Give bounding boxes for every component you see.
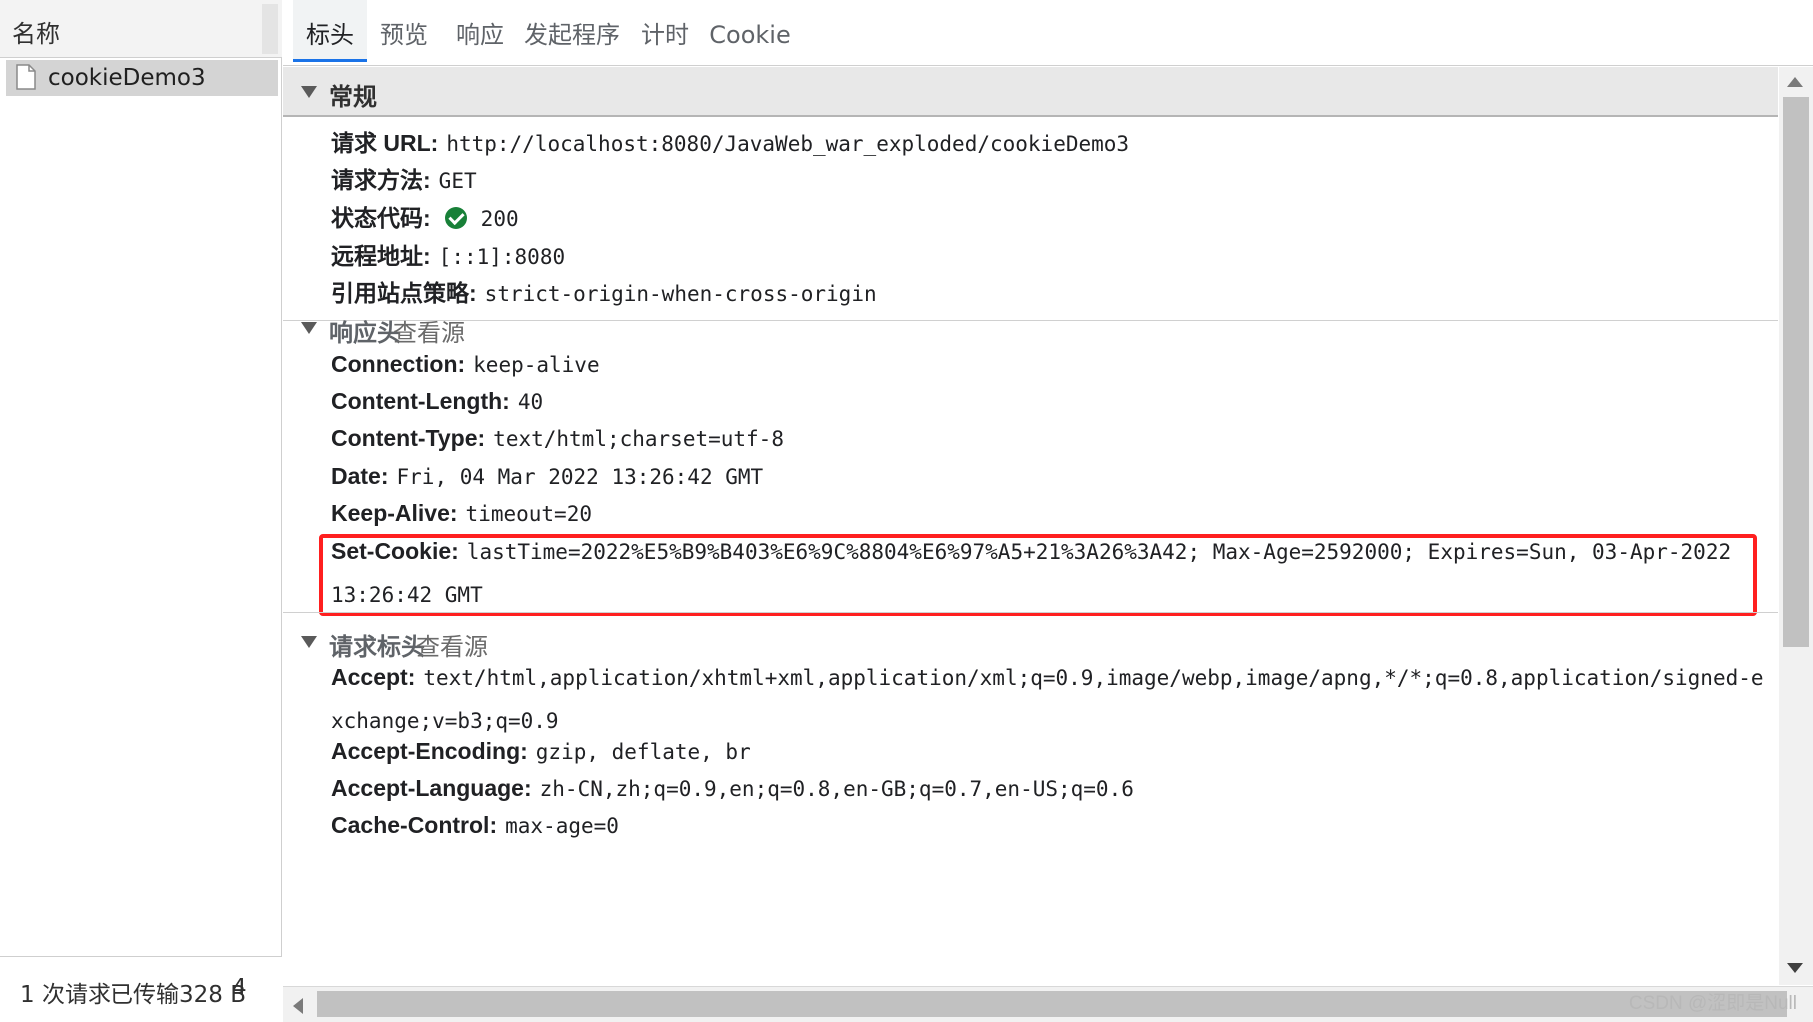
header-key: Accept-Language:	[331, 775, 532, 801]
header-value: Fri, 04 Mar 2022 13:26:42 GMT	[396, 465, 764, 489]
request-row-cookiedemo3[interactable]: cookieDemo3	[6, 60, 278, 96]
tab-initiator[interactable]: 发起程序	[521, 0, 623, 62]
header-key: Date:	[331, 463, 389, 489]
header-key: Accept:	[331, 664, 416, 690]
name-column-header[interactable]: 名称	[12, 14, 60, 49]
header-key: Cache-Control:	[331, 812, 498, 838]
horizontal-scrollbar[interactable]	[283, 986, 1813, 1022]
headers-content: 常规 请求 URL: http://localhost:8080/JavaWeb_…	[283, 67, 1778, 985]
status-ok-icon	[444, 207, 467, 229]
header-value: text/html,application/xhtml+xml,applicat…	[331, 666, 1764, 733]
header-value: max-age=0	[505, 814, 619, 838]
tab-cookies[interactable]: Cookie	[707, 0, 793, 62]
header-key: Content-Type:	[331, 425, 486, 451]
header-key: 状态代码:	[331, 205, 431, 231]
scroll-left-arrow-icon[interactable]	[293, 998, 303, 1014]
section-divider	[283, 612, 1778, 613]
request-list-header[interactable]: 名称	[0, 0, 282, 58]
header-key: 请求 URL:	[331, 130, 439, 156]
detail-tab-bar: 标头 预览 响应 发起程序 计时 Cookie	[283, 0, 1813, 66]
header-value: [::1]:8080	[438, 245, 566, 269]
request-row-cache-control: Cache-Control: max-age=0	[331, 804, 1751, 848]
header-key: Keep-Alive:	[331, 500, 458, 526]
request-list-panel: 名称 cookieDemo3 1 次请求 已传输328 B 4	[0, 0, 282, 1022]
tab-timing[interactable]: 计时	[633, 0, 697, 62]
header-value: text/html;charset=utf-8	[493, 427, 784, 451]
scroll-down-arrow-icon[interactable]	[1787, 963, 1803, 973]
tab-response[interactable]: 响应	[443, 0, 517, 62]
expand-triangle-icon[interactable]	[301, 86, 317, 98]
request-name: cookieDemo3	[48, 65, 206, 91]
watermark: CSDN @涩即是Null	[1628, 993, 1797, 1014]
header-key: Connection:	[331, 351, 466, 377]
vertical-scrollbar[interactable]	[1779, 67, 1813, 985]
header-value: keep-alive	[473, 353, 600, 377]
header-value: 200	[480, 207, 519, 231]
horizontal-scroll-thumb[interactable]	[317, 991, 1787, 1017]
column-resize-handle[interactable]	[262, 4, 278, 54]
response-row-set-cookie: Set-Cookie: lastTime=2022%E5%B9%B403%E6%9…	[331, 530, 1736, 617]
expand-triangle-icon[interactable]	[301, 322, 317, 334]
header-key: Accept-Encoding:	[331, 738, 528, 764]
request-summary-footer: 1 次请求 已传输328 B 4	[0, 956, 282, 1022]
header-value: 40	[517, 390, 544, 414]
truncated-summary: 4	[232, 975, 247, 1001]
header-value: timeout=20	[465, 502, 592, 526]
header-key: 请求方法:	[331, 167, 431, 193]
transferred-size: 已传输328 B	[110, 982, 246, 1008]
general-title: 常规	[329, 83, 377, 111]
tab-headers[interactable]: 标头	[293, 0, 367, 62]
header-value: http://localhost:8080/JavaWeb_war_explod…	[446, 132, 1130, 156]
tab-preview[interactable]: 预览	[367, 0, 441, 62]
scroll-up-arrow-icon[interactable]	[1787, 77, 1803, 87]
header-value: gzip, deflate, br	[535, 740, 751, 764]
header-value: lastTime=2022%E5%B9%B403%E6%9C%8804%E6%9…	[331, 540, 1732, 607]
header-key: 远程地址:	[331, 243, 431, 269]
vertical-scroll-thumb[interactable]	[1783, 97, 1809, 647]
general-section-header[interactable]: 常规	[283, 67, 1778, 117]
header-value: zh-CN,zh;q=0.9,en;q=0.8,en-GB;q=0.7,en-U…	[539, 777, 1134, 801]
header-key: Content-Length:	[331, 388, 510, 414]
expand-triangle-icon[interactable]	[301, 636, 317, 648]
request-count: 1 次请求	[20, 982, 111, 1008]
header-value: GET	[438, 169, 477, 193]
header-key: Set-Cookie:	[331, 538, 459, 564]
document-icon	[16, 64, 36, 90]
